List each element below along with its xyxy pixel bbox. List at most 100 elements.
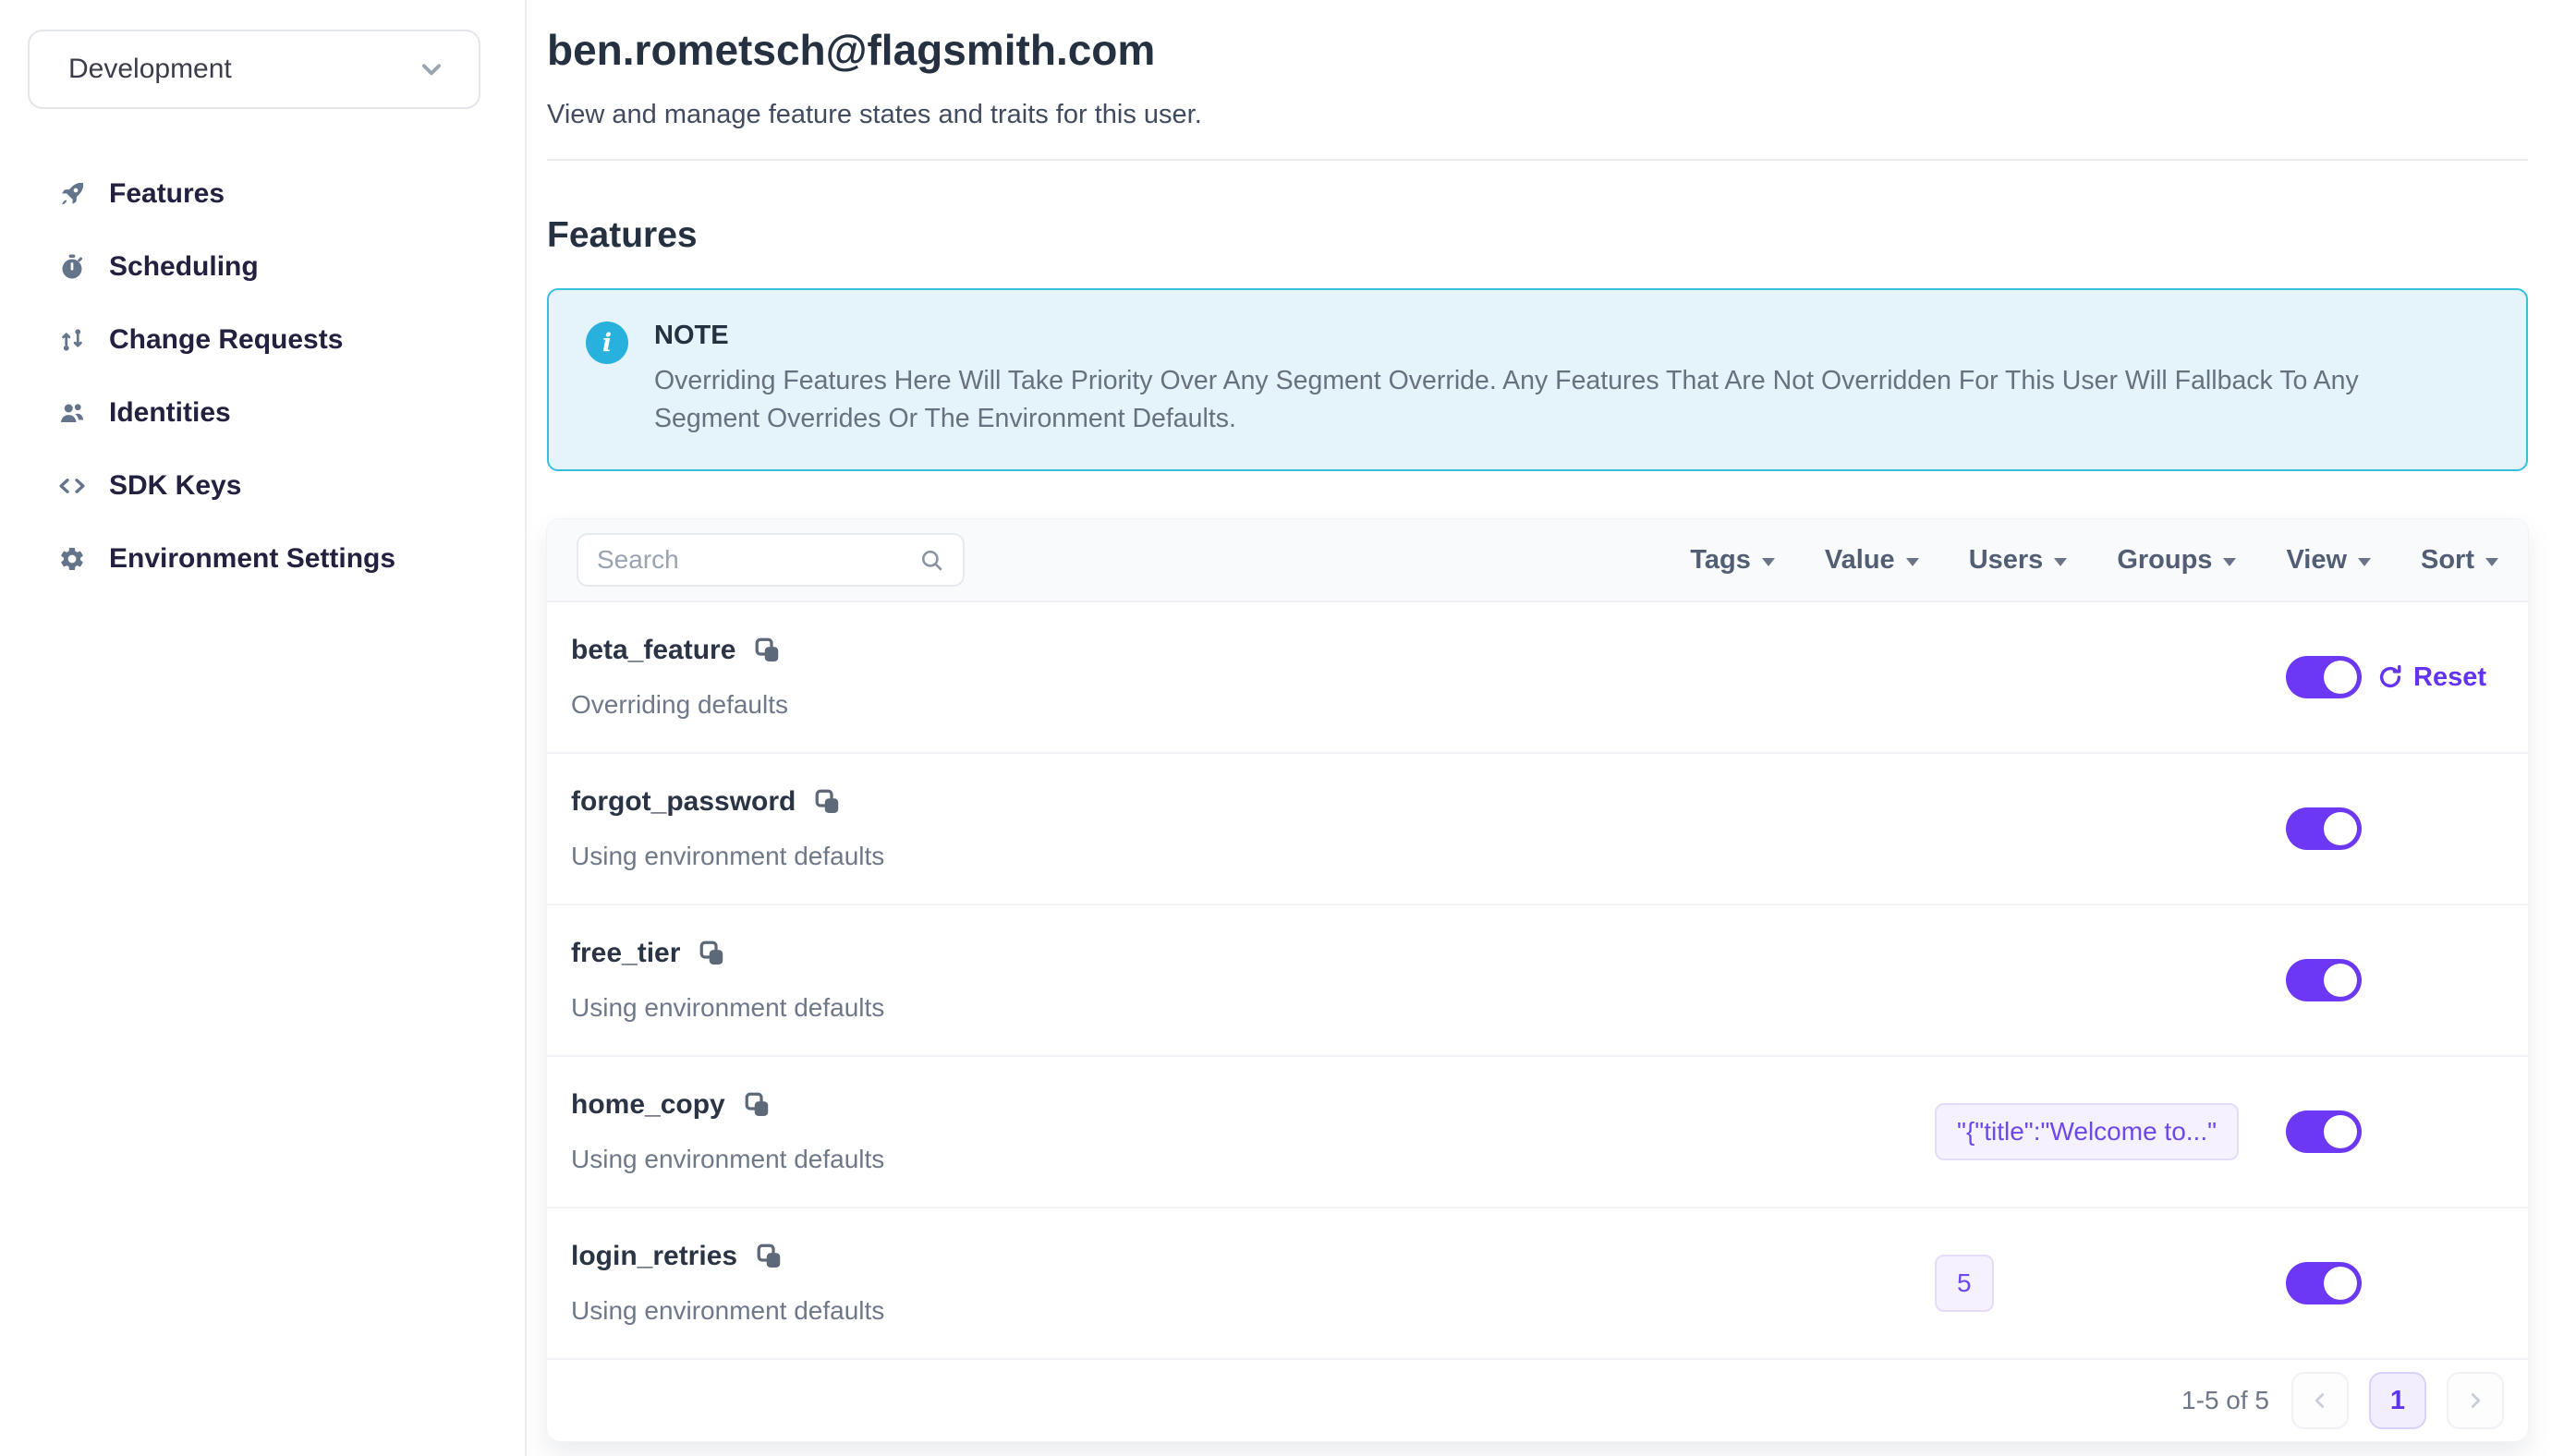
feature-value-chip[interactable]: 5 bbox=[1935, 1255, 1994, 1312]
copy-icon[interactable] bbox=[754, 637, 782, 664]
change-requests-icon bbox=[57, 325, 87, 355]
stopwatch-icon bbox=[57, 252, 87, 282]
feature-toggle[interactable] bbox=[2286, 656, 2362, 698]
toggle-knob bbox=[2324, 964, 2357, 997]
search-icon bbox=[918, 547, 944, 573]
feature-status: Using environment defaults bbox=[571, 1145, 1935, 1174]
features-panel: Tags Value Users Groups View Sort beta_featur… bbox=[547, 519, 2528, 1441]
pagination-prev-button[interactable] bbox=[2291, 1372, 2349, 1429]
chevron-down-icon bbox=[418, 55, 445, 83]
refresh-icon bbox=[2376, 663, 2404, 691]
caret-down-icon bbox=[2223, 558, 2236, 566]
feature-info: beta_feature Overriding defaults bbox=[571, 635, 1935, 720]
feature-toggle[interactable] bbox=[2286, 1110, 2362, 1153]
feature-value-cell: "{"title":"Welcome to..." bbox=[1935, 1103, 2286, 1160]
feature-row-login-retries[interactable]: login_retries Using environment defaults5 bbox=[547, 1208, 2528, 1360]
feature-toggle[interactable] bbox=[2286, 807, 2362, 850]
reset-button[interactable]: Reset bbox=[2413, 662, 2486, 693]
sidebar-item-label: Scheduling bbox=[109, 251, 259, 283]
filter-label: View bbox=[2286, 545, 2347, 576]
filter-view[interactable]: View bbox=[2286, 545, 2371, 576]
filter-label: Value bbox=[1825, 545, 1895, 576]
caret-down-icon bbox=[1906, 558, 1919, 566]
main-content: ben.rometsch@flagsmith.com View and mana… bbox=[527, 0, 2576, 1456]
feature-list: beta_feature Overriding defaults Reset forg… bbox=[547, 602, 2528, 1360]
environment-selector[interactable]: Development bbox=[28, 30, 480, 109]
toggle-knob bbox=[2324, 1267, 2357, 1300]
filter-value[interactable]: Value bbox=[1825, 545, 1919, 576]
feature-controls bbox=[2286, 1262, 2504, 1304]
sidebar-item-change-requests[interactable]: Change Requests bbox=[28, 303, 497, 376]
feature-name: login_retries bbox=[571, 1241, 737, 1272]
feature-row-beta-feature[interactable]: beta_feature Overriding defaults Reset bbox=[547, 602, 2528, 754]
note-banner: i NOTE Overriding Features Here Will Tak… bbox=[547, 288, 2528, 471]
page-title: ben.rometsch@flagsmith.com bbox=[547, 24, 2528, 76]
features-toolbar: Tags Value Users Groups View Sort bbox=[547, 519, 2528, 602]
page-subtitle: View and manage feature states and trait… bbox=[547, 98, 2528, 131]
sidebar: Development Features Scheduling Change Req… bbox=[0, 0, 527, 1456]
chevron-left-icon bbox=[2308, 1389, 2332, 1413]
gear-icon bbox=[57, 544, 87, 574]
copy-icon[interactable] bbox=[699, 940, 726, 967]
feature-toggle[interactable] bbox=[2286, 959, 2362, 1001]
sidebar-item-label: Environment Settings bbox=[109, 543, 395, 575]
feature-info: forgot_password Using environment default… bbox=[571, 786, 1935, 871]
copy-icon[interactable] bbox=[814, 788, 842, 816]
sidebar-item-label: Features bbox=[109, 178, 225, 210]
feature-status: Using environment defaults bbox=[571, 1296, 1935, 1326]
sidebar-item-label: Change Requests bbox=[109, 324, 343, 356]
feature-row-home-copy[interactable]: home_copy Using environment defaults"{"ti… bbox=[547, 1057, 2528, 1208]
divider bbox=[547, 159, 2528, 161]
feature-row-free-tier[interactable]: free_tierUsing environment defaults bbox=[547, 905, 2528, 1057]
reset-area[interactable]: Reset bbox=[2376, 662, 2504, 693]
note-body: Overriding Features Here Will Take Prior… bbox=[654, 362, 2465, 438]
note-title: NOTE bbox=[654, 320, 2465, 351]
feature-info: home_copy Using environment defaults bbox=[571, 1089, 1935, 1174]
note-content: NOTE Overriding Features Here Will Take … bbox=[654, 320, 2465, 438]
feature-controls: Reset bbox=[2286, 656, 2504, 698]
pagination-next-button[interactable] bbox=[2447, 1372, 2504, 1429]
code-icon bbox=[57, 471, 87, 501]
feature-toggle[interactable] bbox=[2286, 1262, 2362, 1304]
feature-controls bbox=[2286, 1110, 2504, 1153]
copy-icon[interactable] bbox=[756, 1243, 784, 1270]
feature-status: Overriding defaults bbox=[571, 690, 1935, 720]
caret-down-icon bbox=[2054, 558, 2067, 566]
feature-name: beta_feature bbox=[571, 635, 735, 666]
filter-users[interactable]: Users bbox=[1969, 545, 2068, 576]
info-icon: i bbox=[586, 322, 628, 364]
feature-name: forgot_password bbox=[571, 786, 796, 818]
app-root: Development Features Scheduling Change Req… bbox=[0, 0, 2576, 1456]
filter-tags[interactable]: Tags bbox=[1690, 545, 1775, 576]
filter-label: Users bbox=[1969, 545, 2044, 576]
features-heading: Features bbox=[547, 212, 2528, 259]
feature-controls bbox=[2286, 959, 2504, 1001]
sidebar-item-features[interactable]: Features bbox=[28, 157, 497, 230]
feature-info: free_tierUsing environment defaults bbox=[571, 938, 1935, 1023]
feature-value-chip[interactable]: "{"title":"Welcome to..." bbox=[1935, 1103, 2239, 1160]
sidebar-item-scheduling[interactable]: Scheduling bbox=[28, 230, 497, 303]
sidebar-item-label: Identities bbox=[109, 397, 231, 429]
search-box bbox=[577, 533, 965, 587]
sidebar-item-identities[interactable]: Identities bbox=[28, 376, 497, 449]
feature-row-forgot-password[interactable]: forgot_password Using environment default… bbox=[547, 754, 2528, 905]
filter-groups[interactable]: Groups bbox=[2117, 545, 2236, 576]
caret-down-icon bbox=[2485, 558, 2498, 566]
pagination-page-1-button[interactable]: 1 bbox=[2369, 1372, 2426, 1429]
sidebar-item-sdk-keys[interactable]: SDK Keys bbox=[28, 449, 497, 522]
pagination: 1-5 of 5 1 bbox=[547, 1360, 2528, 1441]
feature-controls bbox=[2286, 807, 2504, 850]
identities-icon bbox=[57, 398, 87, 428]
feature-status: Using environment defaults bbox=[571, 842, 1935, 871]
filter-label: Tags bbox=[1690, 545, 1751, 576]
feature-name: home_copy bbox=[571, 1089, 725, 1121]
filter-label: Groups bbox=[2117, 545, 2212, 576]
sidebar-menu: Features Scheduling Change Requests Identit… bbox=[28, 157, 497, 595]
search-input[interactable] bbox=[597, 545, 918, 575]
filter-sort[interactable]: Sort bbox=[2421, 545, 2498, 576]
filter-bar: Tags Value Users Groups View Sort bbox=[1690, 545, 2498, 576]
feature-name: free_tier bbox=[571, 938, 680, 969]
sidebar-item-environment-settings[interactable]: Environment Settings bbox=[28, 522, 497, 595]
copy-icon[interactable] bbox=[744, 1091, 772, 1119]
pagination-summary: 1-5 of 5 bbox=[2181, 1386, 2269, 1415]
